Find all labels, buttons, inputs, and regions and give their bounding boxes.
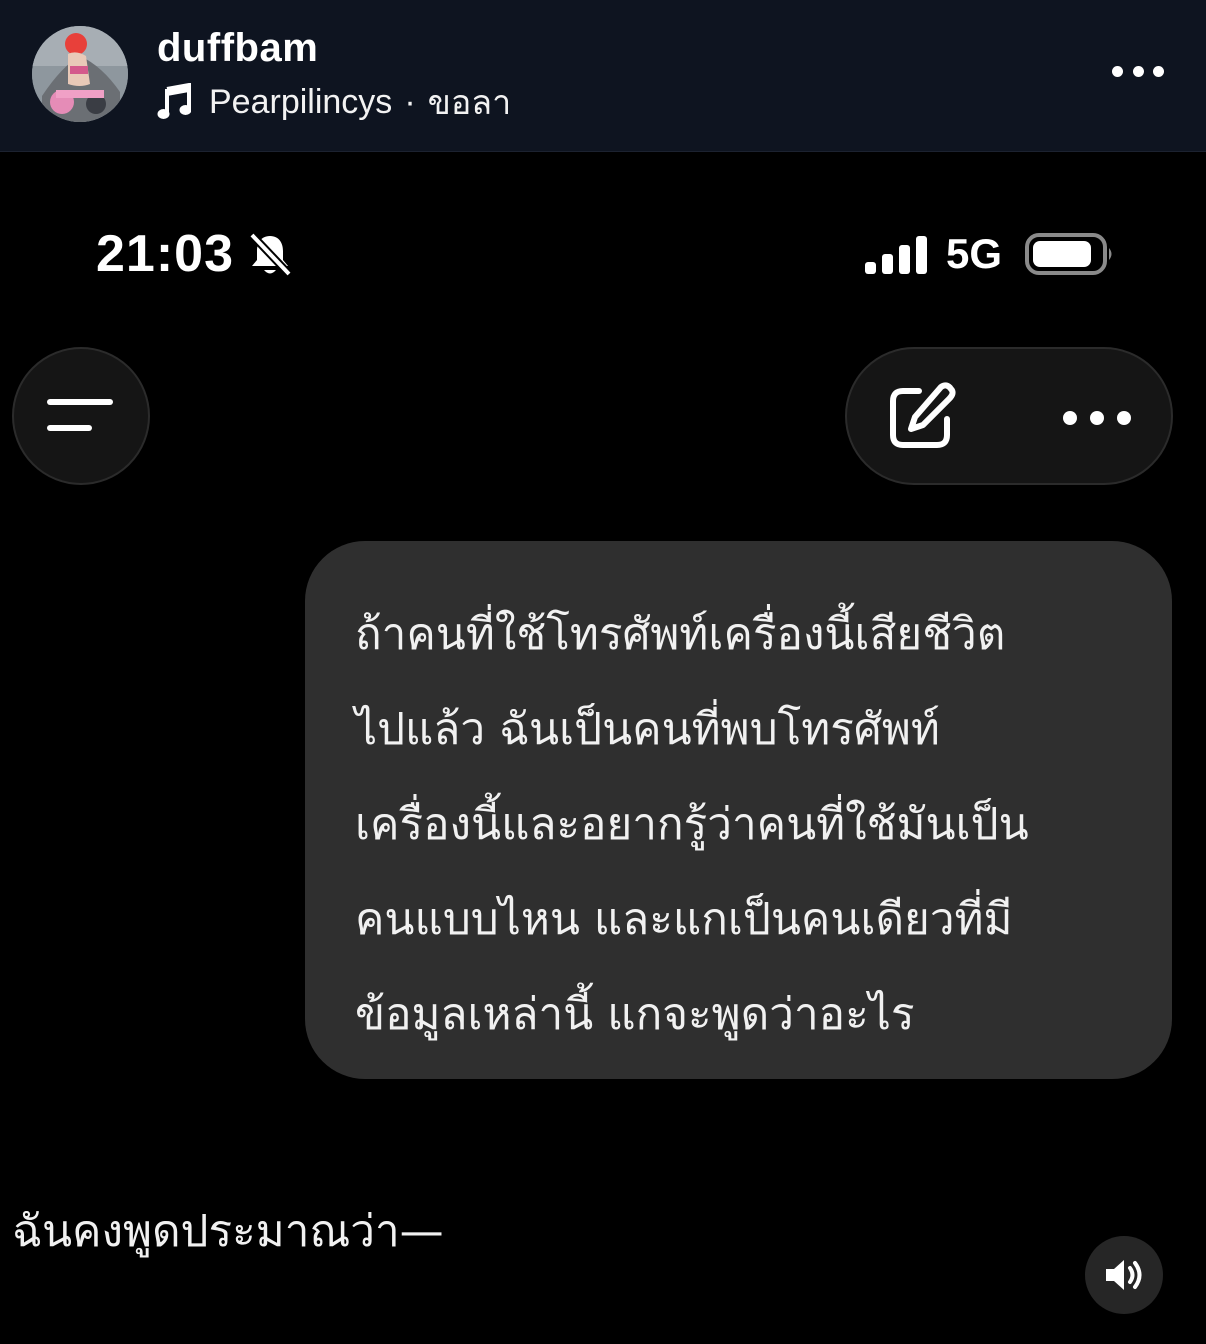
cellular-signal-icon <box>865 236 927 274</box>
compose-icon <box>890 382 956 448</box>
more-dot <box>1132 65 1144 77</box>
chat-options-button[interactable] <box>1063 407 1131 429</box>
more-dot <box>1112 65 1123 77</box>
music-song: ขอลา <box>427 84 512 122</box>
bell-slash-icon <box>249 232 292 277</box>
assistant-message-text: ฉันคงพูดประมาณว่า— <box>12 1206 444 1257</box>
status-time: 21:03 <box>96 225 234 283</box>
menu-button[interactable] <box>12 347 150 485</box>
new-chat-button[interactable] <box>885 381 957 453</box>
story-username[interactable]: duffbam <box>157 26 318 71</box>
music-artist: Pearpilincys <box>209 82 393 121</box>
user-message-bubble[interactable]: ถ้าคนที่ใช้โทรศัพท์เครื่องนี้เสียชีวิต ไ… <box>305 541 1172 1079</box>
header-actions <box>845 347 1173 485</box>
story-more-button[interactable] <box>1112 56 1164 86</box>
music-info[interactable]: Pearpilincys · ขอลา <box>157 80 511 124</box>
more-dot <box>1063 411 1077 425</box>
volume-button[interactable] <box>1085 1236 1163 1314</box>
more-dot <box>1153 65 1164 77</box>
story-header: duffbam Pearpilincys · ขอลา <box>0 0 1206 152</box>
avatar-photo <box>32 26 128 122</box>
speaker-icon <box>1106 1260 1142 1290</box>
music-separator: · <box>404 82 416 121</box>
battery-icon <box>1025 233 1112 275</box>
more-dot <box>1117 411 1131 425</box>
profile-avatar[interactable] <box>32 26 128 122</box>
network-type: 5G <box>946 230 1003 277</box>
music-note-icon <box>157 83 191 119</box>
more-dot <box>1090 411 1104 425</box>
menu-icon <box>47 399 113 431</box>
user-message-text: ถ้าคนที่ใช้โทรศัพท์เครื่องนี้เสียชีวิต ไ… <box>355 609 1029 1040</box>
story-view: duffbam Pearpilincys · ขอลา 21:03 5G ถ้า… <box>0 0 1206 1344</box>
